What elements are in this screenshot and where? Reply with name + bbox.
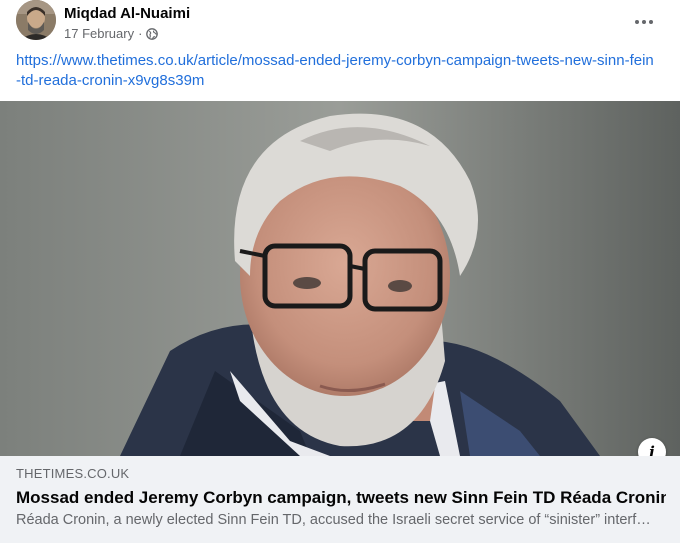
more-options-button[interactable]	[626, 4, 662, 40]
post-link-url[interactable]: https://www.thetimes.co.uk/article/mossa…	[16, 51, 656, 91]
portrait-photo	[0, 101, 680, 456]
preview-headline[interactable]: Mossad ended Jeremy Corbyn campaign, twe…	[16, 488, 666, 508]
link-preview-card[interactable]: THETIMES.CO.UK Mossad ended Jeremy Corby…	[0, 456, 680, 543]
post-date[interactable]: 17 February	[64, 26, 134, 41]
more-horizontal-icon	[635, 20, 653, 24]
preview-description: Réada Cronin, a newly elected Sinn Fein …	[16, 512, 656, 528]
meta-separator: ·	[138, 26, 143, 41]
preview-domain: THETIMES.CO.UK	[16, 466, 130, 481]
post-header: Miqdad Al-Nuaimi 17 February ·	[16, 0, 680, 50]
author-name[interactable]: Miqdad Al-Nuaimi	[64, 5, 190, 22]
facebook-post: Miqdad Al-Nuaimi 17 February · https://w…	[0, 0, 680, 543]
globe-icon[interactable]	[146, 27, 159, 40]
avatar[interactable]	[16, 0, 56, 40]
post-meta: 17 February ·	[64, 26, 159, 41]
avatar-photo	[16, 0, 56, 40]
link-preview-image[interactable]	[0, 101, 680, 456]
